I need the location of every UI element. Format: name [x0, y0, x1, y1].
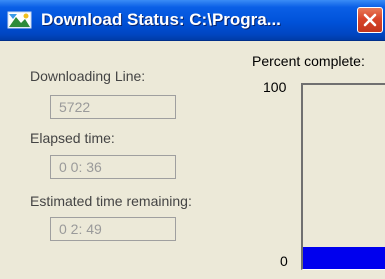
title-bar[interactable]: Download Status: C:\Progra... — [0, 0, 385, 41]
close-button[interactable] — [357, 7, 383, 33]
window-title: Download Status: C:\Progra... — [41, 10, 281, 29]
close-icon — [363, 13, 377, 27]
downloading-line-field[interactable] — [50, 95, 176, 119]
elapsed-time-field[interactable] — [50, 155, 176, 179]
percent-complete-progress-bar — [301, 83, 385, 270]
progress-max-label: 100 — [263, 79, 287, 95]
dialog-body: Downloading Line: Elapsed time: Estimate… — [0, 41, 385, 279]
progress-min-label: 0 — [280, 253, 288, 269]
percent-complete-label: Percent complete: — [252, 53, 365, 69]
elapsed-time-label: Elapsed time: — [30, 130, 115, 146]
download-app-icon — [7, 10, 33, 30]
estimated-time-remaining-label: Estimated time remaining: — [30, 193, 192, 209]
estimated-time-remaining-field[interactable] — [50, 217, 176, 241]
progress-fill — [303, 246, 385, 269]
downloading-line-label: Downloading Line: — [30, 68, 146, 84]
